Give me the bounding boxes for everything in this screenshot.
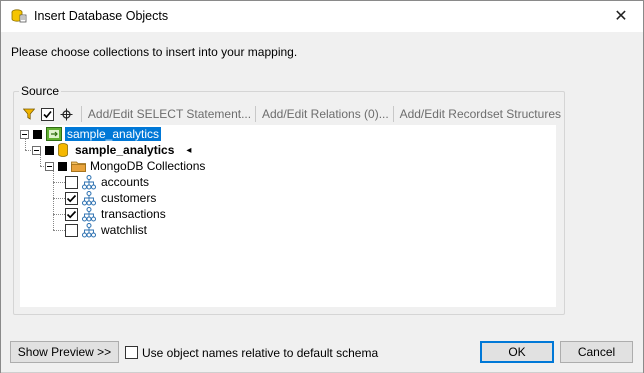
- partial-selection-indicator[interactable]: [33, 129, 42, 139]
- source-toolbar: Add/Edit SELECT Statement... Add/Edit Re…: [21, 105, 561, 123]
- collapse-toggle[interactable]: [20, 129, 29, 139]
- collection-icon: [82, 206, 96, 222]
- partial-selection-indicator[interactable]: [58, 161, 67, 171]
- database-objects-icon: [11, 9, 27, 23]
- collection-checkbox[interactable]: [65, 175, 78, 189]
- relative-names-checkbox[interactable]: [125, 346, 138, 359]
- tree-collection-row[interactable]: watchlist: [65, 222, 147, 238]
- check-all-icon[interactable]: [40, 105, 56, 123]
- folder-icon: [71, 160, 86, 172]
- database-connection-icon: [46, 127, 62, 141]
- check-icon: [66, 210, 77, 218]
- add-edit-recordset-structures-button[interactable]: Add/Edit Recordset Structures: [400, 107, 561, 121]
- collection-checkbox[interactable]: [65, 191, 78, 205]
- locate-icon[interactable]: [58, 105, 74, 123]
- tree-database-label[interactable]: sample_analytics: [75, 143, 174, 157]
- title-bar: Insert Database Objects ✕: [1, 1, 643, 32]
- close-icon: ✕: [614, 8, 628, 25]
- collection-checkbox[interactable]: [65, 223, 78, 237]
- source-group-label: Source: [19, 84, 62, 98]
- tree-collection-row[interactable]: accounts: [65, 174, 149, 190]
- collection-label[interactable]: accounts: [101, 175, 149, 189]
- collection-checkbox[interactable]: [65, 207, 78, 221]
- collapse-toggle[interactable]: [32, 145, 41, 155]
- collection-label[interactable]: transactions: [101, 207, 166, 221]
- collection-label[interactable]: watchlist: [101, 223, 147, 237]
- filter-icon[interactable]: [21, 105, 37, 123]
- add-edit-relations-button[interactable]: Add/Edit Relations (0)...: [262, 107, 389, 121]
- cancel-button[interactable]: Cancel: [560, 341, 633, 363]
- tree-collection-row[interactable]: customers: [65, 190, 156, 206]
- check-icon: [66, 194, 77, 202]
- partial-selection-indicator[interactable]: [45, 145, 54, 155]
- toolbar-separator: [255, 106, 256, 122]
- tree-root-row[interactable]: sample_analytics: [20, 126, 162, 142]
- tree-root-label[interactable]: sample_analytics: [65, 127, 162, 141]
- insert-database-objects-dialog: Insert Database Objects ✕ Please choose …: [0, 0, 644, 373]
- default-database-marker: ◂: [186, 144, 192, 156]
- collection-icon: [82, 174, 96, 190]
- window-title: Insert Database Objects: [34, 9, 169, 23]
- source-tree[interactable]: sample_analytics sample_analytics ◂ Mong…: [20, 125, 556, 307]
- tree-folder-label[interactable]: MongoDB Collections: [90, 159, 205, 173]
- collection-icon: [82, 190, 96, 206]
- relative-names-label: Use object names relative to default sch…: [142, 346, 379, 360]
- collapse-toggle[interactable]: [45, 161, 54, 171]
- toolbar-separator: [392, 106, 394, 122]
- ok-button[interactable]: OK: [480, 341, 554, 363]
- collection-icon: [82, 222, 96, 238]
- toolbar-separator: [81, 106, 82, 122]
- tree-collection-row[interactable]: transactions: [65, 206, 166, 222]
- collection-label[interactable]: customers: [101, 191, 156, 205]
- close-button[interactable]: ✕: [605, 5, 637, 27]
- instruction-text: Please choose collections to insert into…: [11, 45, 298, 59]
- tree-folder-row[interactable]: MongoDB Collections: [45, 158, 205, 174]
- add-edit-select-button[interactable]: Add/Edit SELECT Statement...: [88, 107, 251, 121]
- tree-database-row[interactable]: sample_analytics ◂: [32, 142, 191, 158]
- database-icon: [58, 143, 68, 157]
- show-preview-button[interactable]: Show Preview >>: [10, 341, 119, 363]
